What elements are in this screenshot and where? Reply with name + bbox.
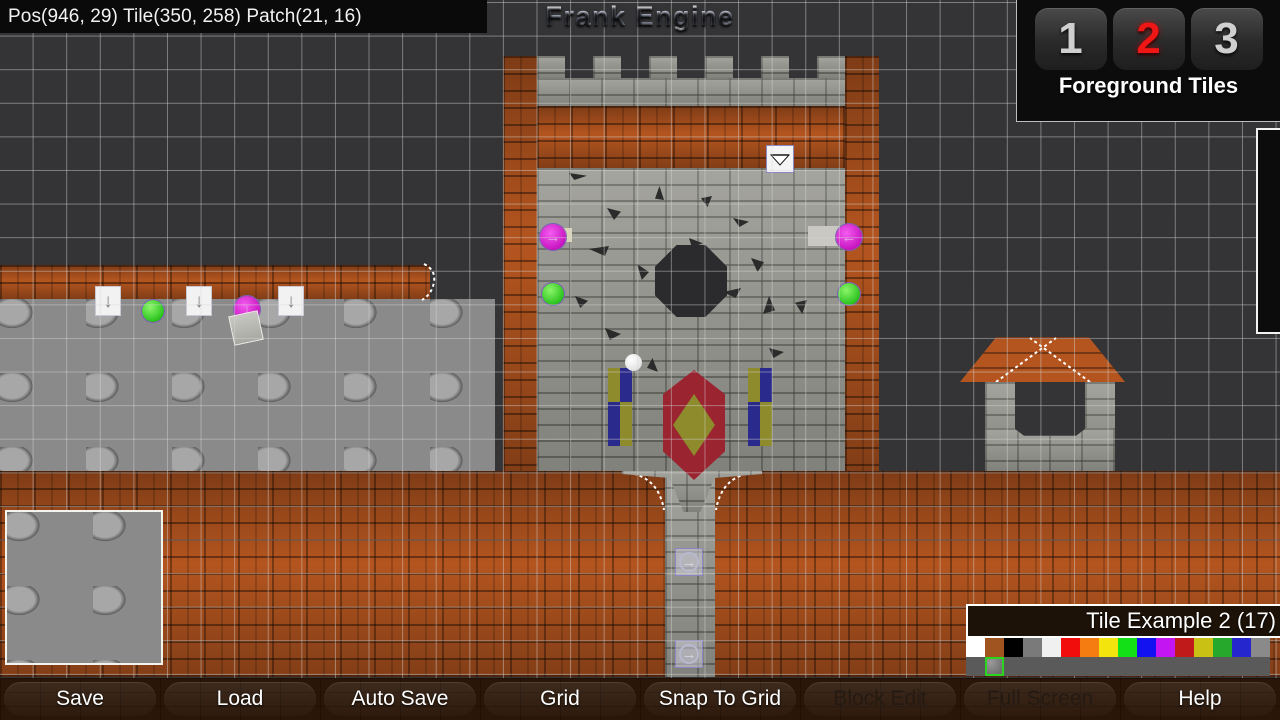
green-orb[interactable] xyxy=(141,299,165,323)
frank-engine-level-editor: ↓ ↓ ↓ ↓ → ← → → Pos(946, 29) Tile(350, 2… xyxy=(0,0,1280,720)
palette-tile-13[interactable] xyxy=(1213,657,1232,676)
magenta-marker[interactable]: → xyxy=(539,223,567,251)
palette-tile-12[interactable] xyxy=(1194,657,1213,676)
arrow-down-marker[interactable]: ↓ xyxy=(278,286,304,316)
palette-swatch-10[interactable] xyxy=(1156,638,1175,657)
castle-tower-left xyxy=(503,56,537,471)
palette-tile-15[interactable] xyxy=(1251,657,1270,676)
palette-swatch-4[interactable] xyxy=(1042,638,1061,657)
palette-tile-10[interactable] xyxy=(1156,657,1175,676)
green-orb[interactable] xyxy=(541,282,565,306)
layer-buttons: 1 2 3 xyxy=(1034,8,1263,70)
snap-to-grid-button[interactable]: Snap To Grid xyxy=(644,682,796,716)
tile-palette-title-text: Tile Example 2 (17) xyxy=(1086,608,1276,633)
green-orb[interactable] xyxy=(837,282,861,306)
white-ball[interactable] xyxy=(625,354,642,371)
grid-button[interactable]: Grid xyxy=(484,682,636,716)
left-platform-brick-top2 xyxy=(0,265,430,299)
palette-swatch-11[interactable] xyxy=(1175,638,1194,657)
bottom-toolbar[interactable]: Save Load Auto Save Grid Snap To Grid Block E… xyxy=(0,678,1280,720)
hat-icon xyxy=(770,154,790,166)
palette-tile-7[interactable] xyxy=(1099,657,1118,676)
palette-tile-4[interactable] xyxy=(1042,657,1061,676)
layer-panel: 1 2 3 Foreground Tiles xyxy=(1016,0,1280,122)
castle-battlement-band xyxy=(537,78,845,106)
arrow-down-marker[interactable]: ↓ xyxy=(95,286,121,316)
palette-swatch-2[interactable] xyxy=(1004,638,1023,657)
layer-button-1[interactable]: 1 xyxy=(1034,8,1107,70)
palette-tile-9[interactable] xyxy=(1137,657,1156,676)
palette-swatch-7[interactable] xyxy=(1099,638,1118,657)
load-button[interactable]: Load xyxy=(164,682,316,716)
palette-swatch-13[interactable] xyxy=(1213,638,1232,657)
auto-save-button[interactable]: Auto Save xyxy=(324,682,476,716)
circle-arrow-marker[interactable]: → xyxy=(675,640,703,668)
circle-outline xyxy=(679,644,699,664)
position-readout-text: Pos(946, 29) Tile(350, 258) Patch(21, 16… xyxy=(8,5,362,27)
layer-panel-label: Foreground Tiles xyxy=(1058,73,1239,98)
layer-button-3[interactable]: 3 xyxy=(1190,8,1263,70)
arrow-down-marker[interactable]: ↓ xyxy=(186,286,212,316)
palette-swatch-14[interactable] xyxy=(1232,638,1251,657)
castle-tower-right xyxy=(845,56,879,471)
castle-flag-left xyxy=(608,368,632,446)
circle-arrow-marker[interactable]: → xyxy=(675,548,703,576)
castle-flag-right xyxy=(748,368,772,446)
tile-preview-panel[interactable] xyxy=(5,510,163,665)
hat-marker[interactable] xyxy=(766,145,794,173)
layer-button-2[interactable]: 2 xyxy=(1112,8,1185,70)
palette-tile-0[interactable] xyxy=(966,657,985,676)
castle-merlons xyxy=(537,56,845,78)
palette-swatch-15[interactable] xyxy=(1251,638,1270,657)
palette-swatch-9[interactable] xyxy=(1137,638,1156,657)
circle-outline xyxy=(679,552,699,572)
palette-tile-3[interactable] xyxy=(1023,657,1042,676)
tile-palette[interactable]: Tile Example 2 (17) xyxy=(966,604,1280,676)
palette-tile-row[interactable] xyxy=(966,657,1280,676)
castle-upper-brick-band xyxy=(537,106,845,168)
palette-swatch-5[interactable] xyxy=(1061,638,1080,657)
right-side-panel[interactable] xyxy=(1256,128,1280,334)
palette-swatch-8[interactable] xyxy=(1118,638,1137,657)
full-screen-button[interactable]: Full Screen xyxy=(964,682,1116,716)
save-button[interactable]: Save xyxy=(4,682,156,716)
magenta-marker[interactable]: ← xyxy=(835,223,863,251)
palette-swatch-0[interactable] xyxy=(966,638,985,657)
well-roof xyxy=(960,337,1125,382)
palette-swatch-3[interactable] xyxy=(1023,638,1042,657)
palette-swatch-1[interactable] xyxy=(985,638,1004,657)
palette-color-row[interactable] xyxy=(966,638,1280,657)
block-edit-button[interactable]: Block Edit xyxy=(804,682,956,716)
crate-object[interactable] xyxy=(228,310,264,346)
palette-tile-8[interactable] xyxy=(1118,657,1137,676)
palette-swatch-6[interactable] xyxy=(1080,638,1099,657)
palette-tile-2[interactable] xyxy=(1004,657,1023,676)
palette-tile-11[interactable] xyxy=(1175,657,1194,676)
palette-tile-6[interactable] xyxy=(1080,657,1099,676)
palette-tile-14[interactable] xyxy=(1232,657,1251,676)
palette-swatch-12[interactable] xyxy=(1194,638,1213,657)
well-wall-bottom xyxy=(985,428,1115,471)
shield-diamond xyxy=(673,394,715,456)
position-readout: Pos(946, 29) Tile(350, 258) Patch(21, 16… xyxy=(0,0,487,33)
palette-tile-5[interactable] xyxy=(1061,657,1080,676)
palette-tile-selected[interactable] xyxy=(985,657,1004,676)
tile-palette-title: Tile Example 2 (17) xyxy=(966,604,1280,638)
help-button[interactable]: Help xyxy=(1124,682,1276,716)
